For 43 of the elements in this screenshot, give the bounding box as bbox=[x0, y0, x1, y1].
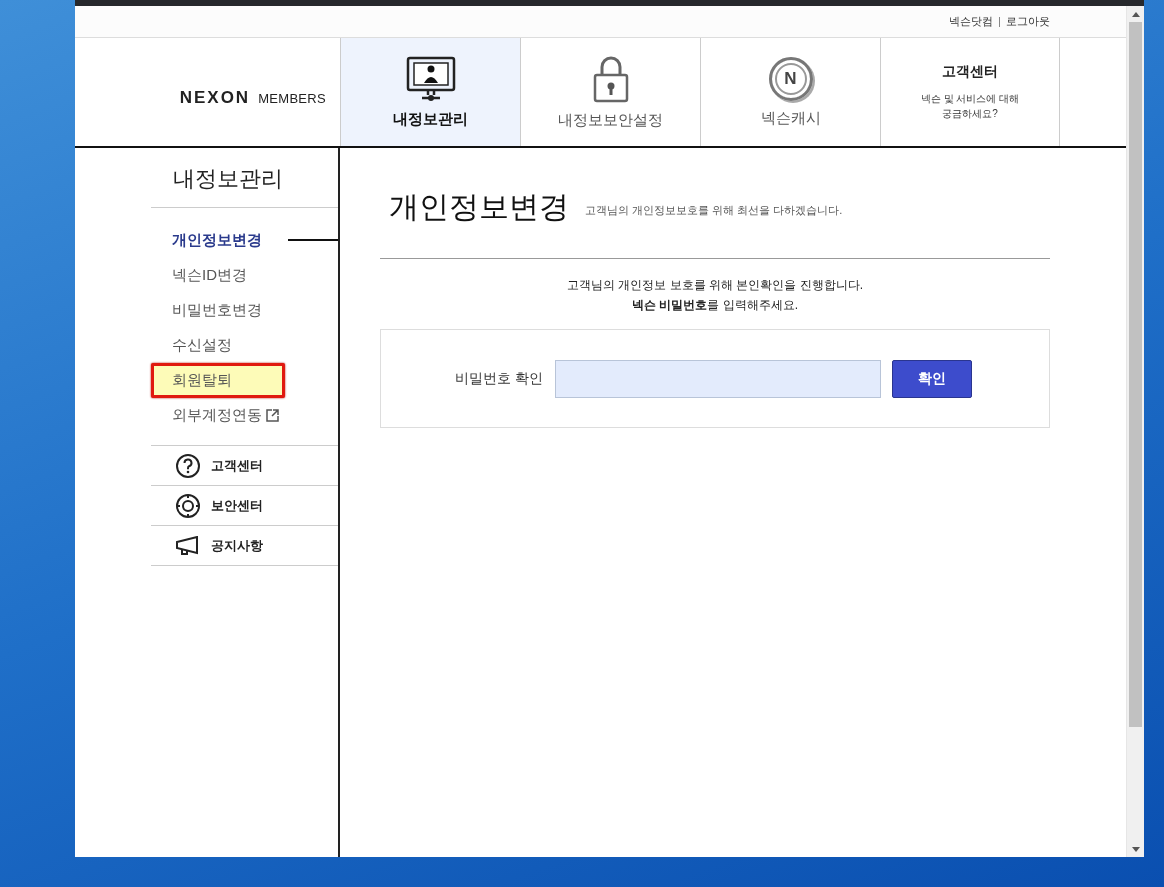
external-link-icon bbox=[266, 408, 279, 422]
tab-label: 내정보보안설정 bbox=[558, 110, 663, 130]
header-tab[interactable]: N 넥슨캐시 bbox=[700, 38, 880, 146]
sidebar-item[interactable]: 개인정보변경 bbox=[151, 227, 270, 253]
password-label: 비밀번호 확인 bbox=[454, 369, 543, 388]
sidebar-link[interactable]: 고객센터 bbox=[151, 446, 338, 486]
link-label: 공지사항 bbox=[211, 536, 263, 555]
megaphone-icon bbox=[175, 535, 201, 556]
help-icon bbox=[175, 452, 201, 479]
sidebar-link[interactable]: 보안센터 bbox=[151, 486, 338, 526]
coin-icon: N bbox=[768, 56, 813, 101]
logo-brand: NEXON bbox=[179, 88, 251, 108]
scrollbar[interactable] bbox=[1126, 6, 1144, 857]
monitor-person-icon bbox=[405, 55, 456, 102]
header-tab[interactable]: 내정보보안설정 bbox=[520, 38, 700, 146]
target-icon bbox=[175, 492, 201, 519]
scroll-down-arrow-icon[interactable] bbox=[1131, 846, 1140, 852]
logo-product: MEMBERS bbox=[258, 90, 326, 106]
header-tab[interactable]: 내정보관리 bbox=[340, 38, 520, 146]
tab-title: 고객센터 bbox=[942, 63, 998, 81]
top-link[interactable]: 로그아웃 bbox=[1006, 14, 1050, 29]
tab-description: 넥슨 및 서비스에 대해 궁금하세요? bbox=[919, 92, 1021, 121]
customer-center-tab[interactable]: 고객센터 넥슨 및 서비스에 대해 궁금하세요? bbox=[880, 38, 1060, 146]
link-label: 보안센터 bbox=[211, 496, 263, 515]
sidebar-item[interactable]: 회원탈퇴 bbox=[151, 362, 285, 398]
confirm-button[interactable]: 확인 bbox=[892, 359, 972, 398]
lock-icon bbox=[592, 54, 629, 103]
sidebar-item[interactable]: 수신설정 bbox=[151, 332, 240, 358]
top-link[interactable]: 넥슨닷컴 bbox=[949, 14, 993, 29]
scroll-up-arrow-icon[interactable] bbox=[1131, 11, 1140, 17]
sidebar-item[interactable]: 비밀번호변경 bbox=[151, 297, 270, 323]
password-field[interactable] bbox=[555, 359, 881, 398]
sidebar-item[interactable]: 넥슨ID변경 bbox=[151, 262, 255, 288]
link-label: 고객센터 bbox=[211, 456, 263, 475]
page-title: 개인정보변경 bbox=[389, 192, 569, 222]
instruction-text: 고객님의 개인정보 보호를 위해 본인확인을 진행합니다. bbox=[566, 277, 864, 294]
sidebar-item[interactable]: 외부계정연동 bbox=[151, 402, 287, 428]
tab-label: 내정보관리 bbox=[393, 109, 468, 129]
instruction-text: 넥슨 비밀번호를 입력해주세요. bbox=[631, 297, 799, 314]
page-subtitle: 고객님의 개인정보보호를 위해 최선을 다하겠습니다. bbox=[585, 203, 843, 218]
tab-label: 넥슨캐시 bbox=[760, 108, 821, 128]
sidebar-link[interactable]: 공지사항 bbox=[151, 526, 338, 566]
sidebar-title: 내정보관리 bbox=[151, 148, 338, 208]
